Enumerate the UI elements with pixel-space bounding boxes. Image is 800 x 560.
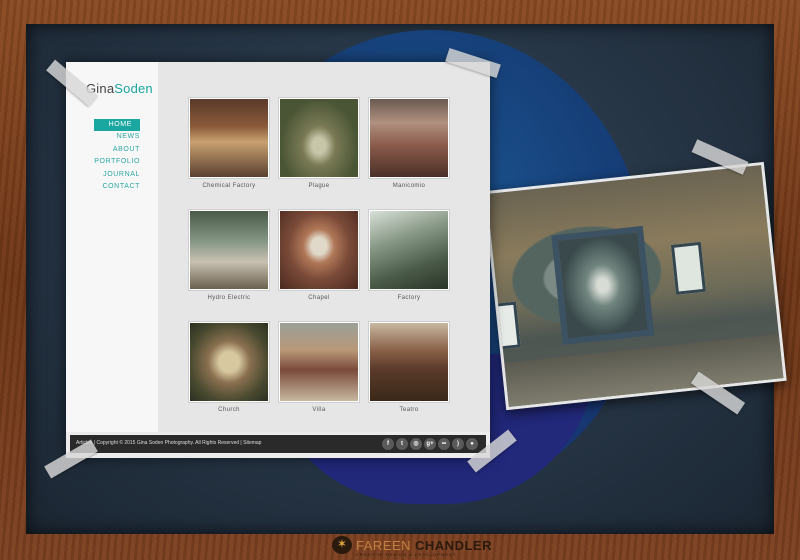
photo-corridor-door xyxy=(551,225,655,345)
featured-photo xyxy=(483,161,787,411)
watermark-first: FAREEN xyxy=(356,537,412,553)
gallery-thumb-factory[interactable] xyxy=(368,209,450,291)
photo-window-right xyxy=(670,241,706,295)
sidebar: GinaSoden HOME NEWS ABOUT PORTFOLIO JOUR… xyxy=(66,62,158,432)
gallery-thumb-villa[interactable] xyxy=(278,321,360,403)
watermark-subtitle: CREATIVE DESIGN & DEVELOPMENT xyxy=(356,552,457,557)
rss-icon[interactable]: ) xyxy=(452,438,464,450)
gallery-thumb-teatro[interactable] xyxy=(368,321,450,403)
google-plus-icon[interactable]: g+ xyxy=(424,438,436,450)
gallery-caption[interactable]: Manicomio xyxy=(368,183,450,189)
facebook-icon[interactable]: f xyxy=(382,438,394,450)
site-footer: Articles | Copyright © 2015 Gina Soden P… xyxy=(70,435,486,453)
gallery-thumb-chemical-factory[interactable] xyxy=(188,97,270,179)
website-screenshot: GinaSoden HOME NEWS ABOUT PORTFOLIO JOUR… xyxy=(66,62,490,458)
flickr-icon[interactable]: •• xyxy=(438,438,450,450)
gallery-caption[interactable]: Chapel xyxy=(278,295,360,301)
nav-item-journal[interactable]: JOURNAL xyxy=(94,169,140,182)
watermark: ✶ FAREEN CHANDLER CREATIVE DESIGN & DEVEL… xyxy=(332,536,492,557)
gallery-caption[interactable]: Hydro Electric xyxy=(188,295,270,301)
main-nav: HOME NEWS ABOUT PORTFOLIO JOURNAL CONTAC… xyxy=(94,119,140,194)
gallery-thumb-manicomio[interactable] xyxy=(368,97,450,179)
gallery-caption[interactable]: Factory xyxy=(368,295,450,301)
nav-item-news[interactable]: NEWS xyxy=(94,131,140,144)
gallery-caption[interactable]: Plague xyxy=(278,183,360,189)
instagram-icon[interactable]: ◎ xyxy=(410,438,422,450)
nav-item-contact[interactable]: CONTACT xyxy=(94,181,140,194)
gallery-thumb-plague[interactable] xyxy=(278,97,360,179)
gallery-thumb-church[interactable] xyxy=(188,321,270,403)
nav-item-home[interactable]: HOME xyxy=(94,119,140,131)
gallery-caption[interactable]: Church xyxy=(188,407,270,413)
gallery-thumb-hydro-electric[interactable] xyxy=(188,209,270,291)
watermark-logo-icon: ✶ xyxy=(332,536,352,554)
chat-icon[interactable]: ● xyxy=(466,438,478,450)
watermark-last: CHANDLER xyxy=(415,537,492,553)
gallery-caption[interactable]: Villa xyxy=(278,407,360,413)
gallery-caption[interactable]: Chemical Factory xyxy=(188,183,270,189)
twitter-icon[interactable]: t xyxy=(396,438,408,450)
nav-item-about[interactable]: ABOUT xyxy=(94,144,140,157)
social-icons: f t ◎ g+ •• ) ● xyxy=(382,438,478,450)
footer-copyright[interactable]: Articles | Copyright © 2015 Gina Soden P… xyxy=(76,440,261,446)
nav-item-portfolio[interactable]: PORTFOLIO xyxy=(94,156,140,169)
gallery-caption[interactable]: Teatro xyxy=(368,407,450,413)
logo-last-name: Soden xyxy=(114,81,153,96)
gallery-thumb-chapel[interactable] xyxy=(278,209,360,291)
